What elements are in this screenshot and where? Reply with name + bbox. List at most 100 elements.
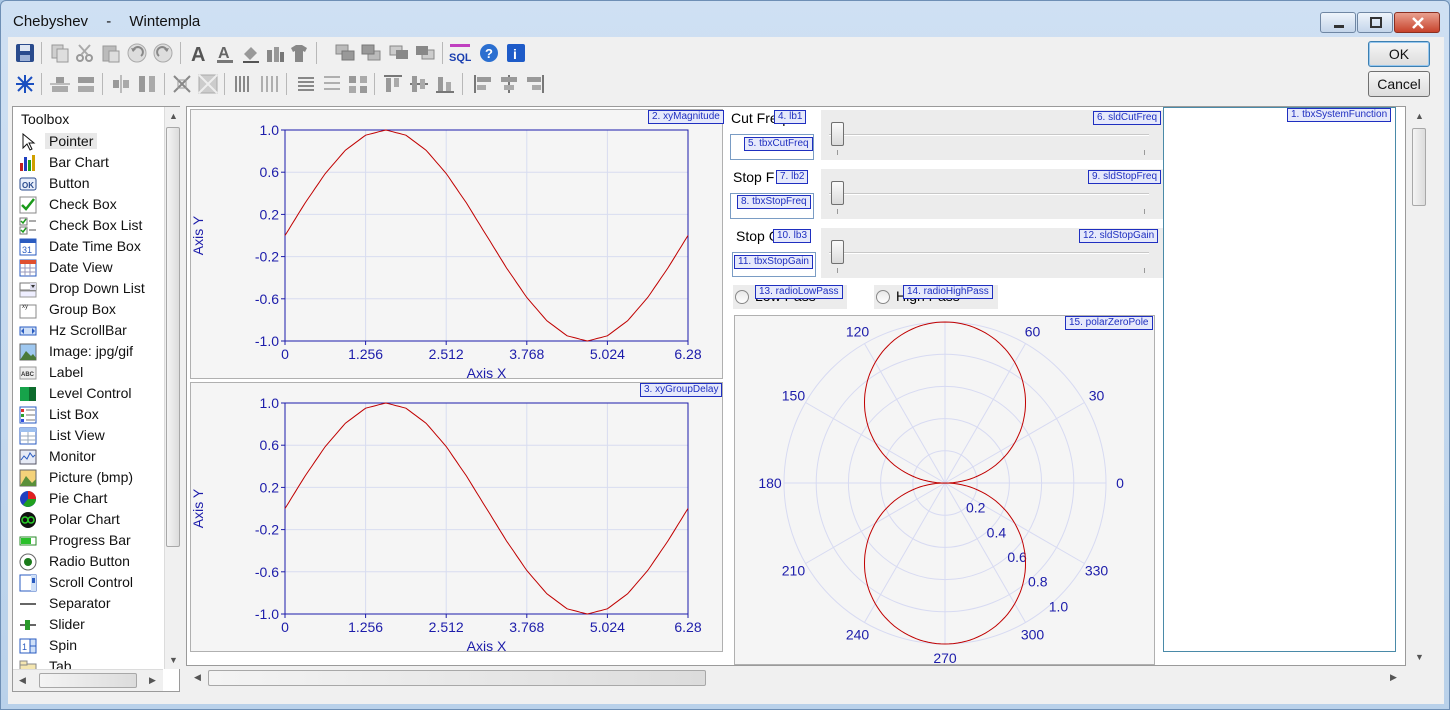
toolbox-item-picture-bmp[interactable]: Picture (bmp) xyxy=(13,467,163,488)
minimize-button[interactable] xyxy=(1320,12,1356,33)
toolbox-item-label[interactable]: ABC Label xyxy=(13,362,163,383)
toolbox-vertical-scrollbar[interactable]: ▲ ▼ xyxy=(164,107,180,669)
scroll-right-icon[interactable]: ▶ xyxy=(149,675,156,686)
toolbox-item-drop-down-list[interactable]: Drop Down List xyxy=(13,278,163,299)
align-right-icon[interactable] xyxy=(524,73,546,95)
canvas-vertical-scrollbar[interactable]: ▲ ▼ xyxy=(1410,106,1428,666)
help-icon[interactable]: ? xyxy=(478,42,500,64)
polar-zero-pole-chart[interactable]: 03060901201501802102402703003300.20.40.6… xyxy=(734,300,1155,665)
send-back-icon[interactable] xyxy=(360,42,382,64)
toolbox-item-spin[interactable]: 1 Spin xyxy=(13,635,163,656)
toolbox-item-tab[interactable]: Tab xyxy=(13,656,163,669)
cut-freq-slider-thumb[interactable] xyxy=(831,122,844,146)
toolbox-scroll-thumb[interactable] xyxy=(166,127,180,547)
pointer-icon xyxy=(19,132,37,151)
center-icon[interactable] xyxy=(171,73,193,95)
sql-icon[interactable]: SQL xyxy=(449,42,471,64)
save-icon[interactable] xyxy=(14,42,36,64)
send-backward-icon[interactable] xyxy=(414,42,436,64)
toolbox-item-pie-chart[interactable]: Pie Chart xyxy=(13,488,163,509)
space-vert2-icon[interactable] xyxy=(136,73,158,95)
toolbox-item-bar-chart[interactable]: Bar Chart xyxy=(13,152,163,173)
toolbox-item-list-box[interactable]: List Box xyxy=(13,404,163,425)
toolbox-item-list-view[interactable]: List View xyxy=(13,425,163,446)
align-horz-icon[interactable] xyxy=(75,73,97,95)
tag-lb3: 10. lb3 xyxy=(773,229,812,243)
toolbox-item-check-box[interactable]: Check Box xyxy=(13,194,163,215)
toolbox-item-monitor[interactable]: Monitor xyxy=(13,446,163,467)
scroll-left-icon[interactable]: ◀ xyxy=(194,672,201,683)
toolbox-item-radio-button[interactable]: Radio Button xyxy=(13,551,163,572)
vert-lines2-icon[interactable] xyxy=(258,73,280,95)
low-pass-radio-circle[interactable] xyxy=(735,290,749,304)
toolbox-item-slider[interactable]: Slider xyxy=(13,614,163,635)
align-left-icon[interactable] xyxy=(472,73,494,95)
design-canvas[interactable]: 0 1.256 2.512 3.768 5.024 6.28 1.0 0.6 0.2 -0.2 -0… xyxy=(186,106,1406,666)
high-pass-radio-circle[interactable] xyxy=(876,290,890,304)
scroll-down-icon[interactable]: ▼ xyxy=(169,655,178,665)
toolbox-item-image-jpg-gif[interactable]: Image: jpg/gif xyxy=(13,341,163,362)
title-bar[interactable]: Chebyshev - Wintempla xyxy=(1,1,1449,39)
toolbox-item-date-time-box[interactable]: 31 Date Time Box xyxy=(13,236,163,257)
cut-icon[interactable] xyxy=(74,42,96,64)
check-box-list-icon xyxy=(19,217,37,235)
scroll-up-icon[interactable]: ▲ xyxy=(1415,111,1424,121)
toolbox-item-label: Image: jpg/gif xyxy=(49,343,134,359)
shirt-icon[interactable] xyxy=(288,42,310,64)
font-color-icon[interactable]: A xyxy=(214,42,236,64)
align-middle-icon[interactable] xyxy=(408,73,430,95)
font-icon[interactable]: A xyxy=(188,42,210,64)
snap-icon[interactable] xyxy=(14,73,36,95)
scroll-up-icon[interactable]: ▲ xyxy=(169,111,178,121)
xy-group-delay-chart[interactable]: 0 1.256 2.512 3.768 5.024 6.28 1.0 0.6 0.2 -0.2 -0… xyxy=(190,382,723,654)
canvas-hscroll-thumb[interactable] xyxy=(208,670,706,686)
stop-gain-slider-thumb[interactable] xyxy=(831,240,844,264)
scroll-right-icon[interactable]: ▶ xyxy=(1390,672,1397,683)
restore-button[interactable] xyxy=(1357,12,1393,33)
fill-icon[interactable] xyxy=(240,42,262,64)
toolbox-item-level-control[interactable]: Level Control xyxy=(13,383,163,404)
grid-icon[interactable] xyxy=(197,73,219,95)
toolbox-item-check-box-list[interactable]: Check Box List xyxy=(13,215,163,236)
toolbox-item-progress-bar[interactable]: Progress Bar xyxy=(13,530,163,551)
bring-forward-icon[interactable] xyxy=(388,42,410,64)
horz-lines-icon[interactable] xyxy=(295,73,317,95)
toolbox-item-button[interactable]: OK Button xyxy=(13,173,163,194)
cancel-button[interactable]: Cancel xyxy=(1368,71,1430,97)
align-center-icon[interactable] xyxy=(498,73,520,95)
toolbox-item-polar-chart[interactable]: Polar Chart xyxy=(13,509,163,530)
vert-lines-icon[interactable] xyxy=(232,73,254,95)
toolbox-hscroll-thumb[interactable] xyxy=(39,673,137,688)
toolbox-item-hz-scrollbar[interactable]: Hz ScrollBar xyxy=(13,320,163,341)
align-top-icon[interactable] xyxy=(382,73,404,95)
scroll-down-icon[interactable]: ▼ xyxy=(1415,652,1424,662)
copy-icon[interactable] xyxy=(49,42,71,64)
toolbox-item-pointer[interactable]: Pointer xyxy=(13,131,163,152)
undo-icon[interactable] xyxy=(126,42,148,64)
stop-freq-slider-thumb[interactable] xyxy=(831,181,844,205)
canvas-horizontal-scrollbar[interactable]: ◀ ▶ xyxy=(186,667,1406,689)
system-function-textbox[interactable] xyxy=(1163,107,1396,652)
redo-icon[interactable] xyxy=(152,42,174,64)
space-vert-icon[interactable] xyxy=(110,73,132,95)
xy-magnitude-chart[interactable]: 0 1.256 2.512 3.768 5.024 6.28 1.0 0.6 0.2 -0.2 -0… xyxy=(190,109,723,381)
bring-front-icon[interactable] xyxy=(334,42,356,64)
paste-icon[interactable] xyxy=(100,42,122,64)
align-horz-center-icon[interactable] xyxy=(49,73,71,95)
scroll-left-icon[interactable]: ◀ xyxy=(19,675,26,686)
horz-lines2-icon[interactable] xyxy=(321,73,343,95)
toolbox-item-scroll-control[interactable]: Scroll Control xyxy=(13,572,163,593)
toolbox-horizontal-scrollbar[interactable]: ◀ ▶ xyxy=(13,669,163,691)
image-icon xyxy=(19,343,37,361)
toolbox-item-date-view[interactable]: Date View xyxy=(13,257,163,278)
close-button[interactable] xyxy=(1394,12,1440,33)
toolbox-item-group-box[interactable]: xy Group Box xyxy=(13,299,163,320)
bottles-icon[interactable] xyxy=(264,42,286,64)
ok-button[interactable]: OK xyxy=(1368,41,1430,67)
distribute-icon[interactable] xyxy=(347,73,369,95)
align-bottom-icon[interactable] xyxy=(434,73,456,95)
toolbox-item-separator[interactable]: Separator xyxy=(13,593,163,614)
canvas-vscroll-thumb[interactable] xyxy=(1412,128,1426,206)
toolbox-item-label: Bar Chart xyxy=(49,154,109,170)
info-icon[interactable]: i xyxy=(505,42,527,64)
